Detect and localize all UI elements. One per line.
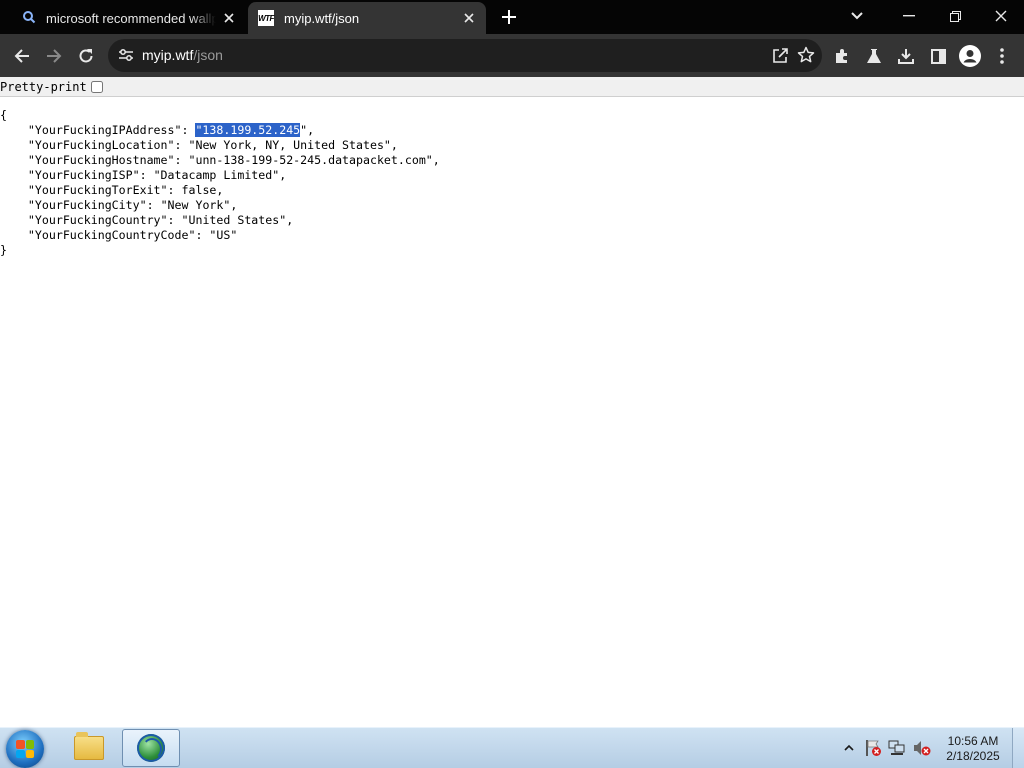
json-key: "YourFuckingCountry" — [27, 213, 168, 227]
search-icon — [22, 10, 36, 27]
url-host: myip.wtf — [142, 47, 194, 63]
taskbar-file-explorer[interactable] — [60, 729, 118, 767]
json-key: "YourFuckingIPAddress" — [27, 123, 182, 137]
tab-microsoft-wallpapers[interactable]: microsoft recommended wallpapers — [8, 2, 246, 34]
download-icon — [898, 49, 914, 64]
show-desktop-button[interactable] — [1012, 728, 1024, 768]
json-value: "US" — [209, 228, 238, 242]
system-clock[interactable]: 10:56 AM 2/18/2025 — [938, 734, 1008, 764]
close-window-button[interactable] — [978, 0, 1024, 32]
side-panel-icon — [930, 48, 946, 64]
minimize-button[interactable] — [886, 0, 932, 32]
pretty-print-label: Pretty-print — [0, 79, 87, 94]
puzzle-icon — [836, 49, 847, 63]
folder-icon — [74, 732, 104, 760]
json-value: "unn-138-199-52-245.datapacket.com" — [188, 153, 433, 167]
json-value: false — [181, 183, 217, 197]
arrow-left-icon — [14, 49, 29, 63]
json-value: "Datacamp Limited" — [153, 168, 280, 182]
json-key: "YourFuckingCity" — [27, 198, 147, 212]
json-open-brace: { — [0, 108, 7, 122]
close-icon — [995, 10, 1007, 22]
address-bar[interactable]: myip.wtf/json — [108, 39, 822, 72]
json-key: "YourFuckingCountryCode" — [27, 228, 196, 242]
reload-button[interactable] — [70, 40, 102, 72]
labs-button[interactable] — [858, 40, 890, 72]
pretty-print-checkbox[interactable] — [90, 80, 103, 93]
arrow-right-icon — [47, 49, 62, 63]
json-value: "United States" — [181, 213, 287, 227]
flask-icon — [867, 49, 881, 63]
page-content: Pretty-print { "YourFuckingIPAddress": "… — [0, 77, 1024, 727]
clock-time: 10:56 AM — [947, 734, 999, 748]
start-button[interactable] — [6, 730, 44, 768]
avatar-icon — [959, 45, 981, 67]
windows-logo-icon — [16, 740, 34, 758]
menu-button[interactable] — [986, 40, 1018, 72]
extensions-button[interactable] — [826, 40, 858, 72]
action-center-icon[interactable] — [864, 728, 882, 768]
pretty-print-bar: Pretty-print — [0, 77, 1024, 97]
close-tab-icon[interactable] — [216, 5, 242, 31]
json-close-brace: } — [0, 243, 7, 257]
tab-title: myip.wtf/json — [284, 10, 360, 26]
tab-myip-json[interactable]: WTF myip.wtf/json — [248, 2, 486, 34]
json-key: "YourFuckingLocation" — [27, 138, 175, 152]
json-value: "New York" — [160, 198, 231, 212]
forward-button[interactable] — [38, 40, 70, 72]
url-text[interactable]: myip.wtf/json — [142, 39, 223, 72]
taskbar-browser[interactable] — [122, 729, 180, 767]
volume-muted-icon[interactable] — [912, 728, 932, 768]
tab-search-button[interactable] — [834, 0, 880, 32]
minimize-icon — [903, 15, 915, 17]
show-hidden-icons-button[interactable] — [844, 728, 854, 768]
json-viewer: { "YourFuckingIPAddress": "138.199.52.24… — [0, 108, 440, 257]
restore-icon — [949, 10, 961, 22]
back-button[interactable] — [6, 40, 38, 72]
json-key: "YourFuckingTorExit" — [27, 183, 168, 197]
chevron-down-icon — [851, 12, 863, 20]
clock-date: 2/18/2025 — [946, 749, 1000, 763]
network-icon[interactable] — [888, 728, 908, 768]
share-icon[interactable] — [772, 47, 789, 69]
json-value-rest: " — [300, 123, 308, 137]
close-tab-icon[interactable] — [456, 5, 482, 31]
wtf-favicon-icon: WTF — [258, 10, 274, 26]
tab-strip: microsoft recommended wallpapers WTF myi… — [0, 0, 1024, 34]
plus-icon — [502, 10, 516, 24]
downloads-button[interactable] — [890, 40, 922, 72]
side-panel-button[interactable] — [922, 40, 954, 72]
browser-toolbar: myip.wtf/json — [0, 34, 1024, 77]
json-value-selected: "138.199.52.245 — [195, 123, 301, 137]
reload-icon — [79, 49, 93, 63]
taskbar: 10:56 AM 2/18/2025 — [0, 727, 1024, 768]
url-path: /json — [193, 47, 223, 63]
tab-title: microsoft recommended wallpapers — [46, 10, 216, 26]
browser-globe-icon — [137, 734, 165, 762]
more-vertical-icon — [1000, 48, 1004, 64]
json-key: "YourFuckingHostname" — [27, 153, 175, 167]
restore-button[interactable] — [932, 0, 978, 32]
json-value: "New York, NY, United States" — [188, 138, 391, 152]
site-settings-icon[interactable] — [118, 48, 134, 67]
new-tab-button[interactable] — [494, 4, 524, 30]
chevron-up-icon — [844, 744, 854, 751]
bookmark-star-icon[interactable] — [797, 46, 815, 69]
profile-button[interactable] — [954, 40, 986, 72]
json-key: "YourFuckingISP" — [27, 168, 140, 182]
